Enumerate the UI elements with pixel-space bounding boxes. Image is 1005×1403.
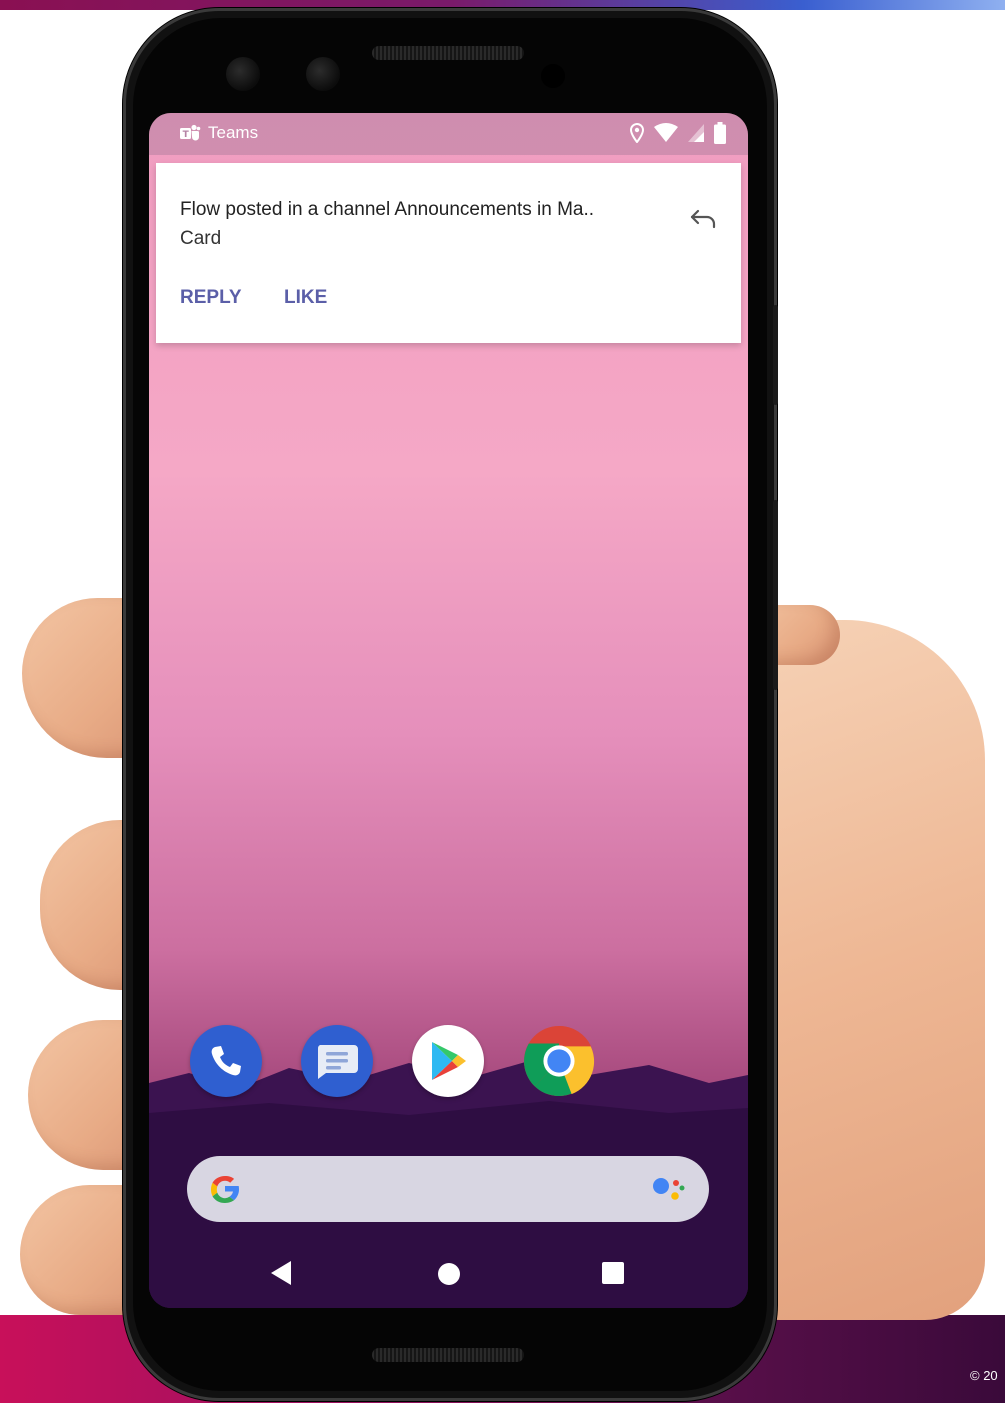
home-circle-icon — [438, 1263, 460, 1285]
google-assistant-icon[interactable] — [651, 1174, 687, 1204]
recents-square-icon — [602, 1262, 624, 1284]
bottom-speaker — [372, 1348, 524, 1362]
earpiece-speaker — [372, 46, 524, 60]
back-triangle-icon — [271, 1261, 291, 1285]
location-icon — [630, 123, 644, 143]
phone-app[interactable] — [190, 1025, 262, 1097]
recents-button[interactable] — [601, 1261, 625, 1288]
like-button[interactable]: LIKE — [284, 287, 327, 309]
phone-icon — [211, 1046, 241, 1076]
status-bar: T Teams — [149, 113, 748, 155]
play-store-icon — [432, 1042, 466, 1080]
messages-app[interactable] — [301, 1025, 373, 1097]
battery-icon — [714, 122, 726, 144]
google-search-bar[interactable] — [187, 1156, 709, 1222]
home-button[interactable] — [437, 1262, 461, 1289]
navigation-bar — [149, 1238, 748, 1308]
side-button-upper[interactable] — [773, 305, 778, 405]
side-button-lower[interactable] — [773, 500, 778, 690]
back-button[interactable] — [269, 1260, 293, 1289]
google-g-icon — [211, 1176, 239, 1203]
phone-screen: T Teams Flow posted in a channel Announc… — [149, 113, 748, 1308]
teams-icon: T — [180, 124, 201, 141]
front-camera-right — [306, 57, 340, 91]
notification-subtitle: Card — [180, 228, 222, 249]
status-icons — [630, 122, 726, 144]
proximity-sensor — [541, 64, 565, 88]
messages-icon — [317, 1045, 358, 1079]
notification-title: Flow posted in a channel Announcements i… — [180, 199, 595, 220]
teams-notification[interactable]: Flow posted in a channel Announcements i… — [156, 163, 741, 343]
status-app: T Teams — [179, 123, 258, 143]
svg-text:T: T — [183, 130, 190, 140]
copyright-text: © 20 — [970, 1368, 998, 1383]
reply-arrow-icon[interactable] — [689, 209, 717, 229]
reply-button[interactable]: REPLY — [180, 287, 242, 309]
play-store-app[interactable] — [412, 1025, 484, 1097]
wifi-icon — [654, 123, 678, 142]
status-app-name: Teams — [208, 123, 259, 142]
chrome-app[interactable] — [523, 1025, 595, 1097]
front-camera-left — [226, 57, 260, 91]
chrome-icon — [523, 1025, 595, 1097]
cellular-signal-icon — [688, 124, 704, 142]
